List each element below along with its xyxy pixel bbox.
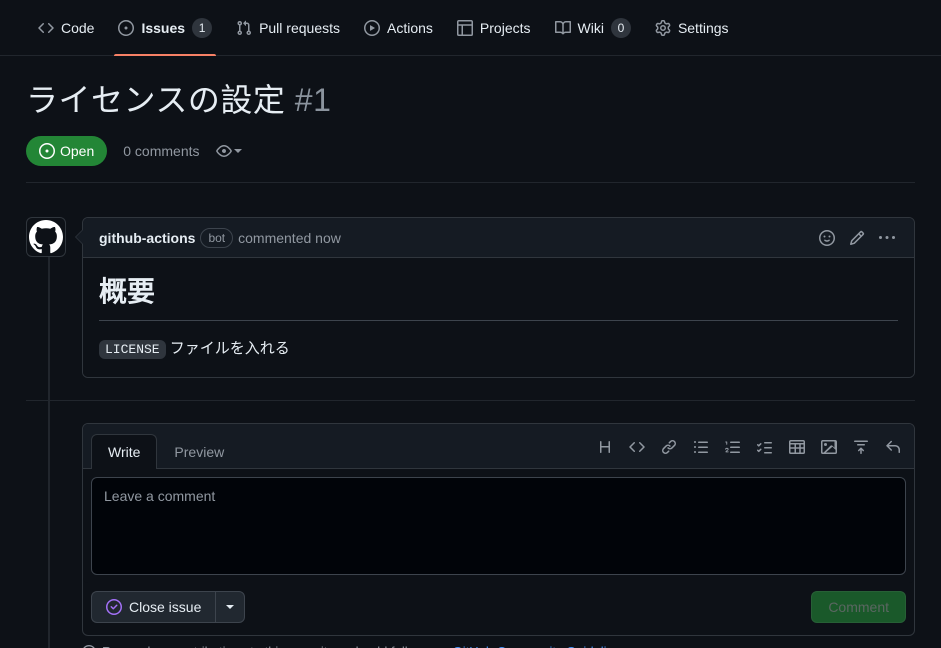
task-list-button[interactable] — [752, 434, 778, 460]
footer-text-prefix: Remember, contributions to this reposito… — [102, 644, 447, 648]
list-unordered-icon — [693, 439, 709, 455]
tasklist-icon — [757, 439, 773, 455]
nav-item-actions[interactable]: Actions — [352, 0, 445, 56]
inline-code-license: LICENSE — [99, 340, 166, 360]
nav-label-wiki: Wiki — [577, 19, 604, 36]
issue-opened-icon — [118, 19, 135, 36]
image-icon — [821, 439, 837, 455]
status-badge: Open — [26, 136, 108, 166]
comments-count: 0 comments — [123, 143, 200, 159]
issues-counter: 1 — [192, 17, 213, 38]
comment-timestamp: commented now — [238, 229, 341, 246]
table-icon — [789, 439, 805, 455]
comment-textarea-wrapper — [83, 469, 914, 584]
close-issue-dropdown-button[interactable] — [215, 591, 246, 624]
gear-icon — [655, 19, 671, 36]
repository-nav: Code Issues 1 Pull requests Actions Proj… — [0, 0, 941, 56]
git-pull-request-icon — [236, 20, 252, 36]
nav-item-projects[interactable]: Projects — [445, 0, 543, 56]
comment-header-actions — [816, 227, 898, 249]
community-guidelines-note: Remember, contributions to this reposito… — [82, 644, 915, 648]
book-icon — [554, 20, 571, 36]
nav-label-pull-requests: Pull requests — [259, 19, 340, 36]
saved-replies-button[interactable] — [848, 434, 874, 460]
status-badge-label: Open — [60, 143, 95, 159]
issue-opened-icon — [39, 143, 55, 159]
issue-title-text: ライセンスの設定 — [26, 82, 286, 118]
heading-button[interactable] — [592, 434, 618, 460]
nav-item-code[interactable]: Code — [26, 0, 106, 56]
nav-label-settings: Settings — [677, 19, 729, 36]
avatar[interactable] — [26, 217, 66, 257]
comment-paragraph: LICENSE ファイルを入れる — [99, 337, 898, 361]
comment-form-box: Write Preview Leave a comment Close issu… — [82, 423, 915, 637]
reply-icon — [885, 439, 901, 455]
tab-write[interactable]: Write — [91, 434, 158, 470]
list-ordered-icon — [725, 439, 741, 455]
tab-preview[interactable]: Preview — [157, 434, 241, 469]
image-button[interactable] — [816, 434, 842, 460]
eye-icon — [215, 143, 232, 159]
issue-closed-icon — [106, 599, 122, 616]
page-title: ライセンスの設定 #1 — [26, 80, 915, 120]
nav-item-pull-requests[interactable]: Pull requests — [224, 0, 352, 56]
close-issue-label: Close issue — [129, 599, 202, 616]
nav-label-code: Code — [61, 19, 95, 36]
link-button[interactable] — [656, 434, 682, 460]
comment-body: 概要 LICENSE ファイルを入れる — [83, 258, 914, 378]
chevron-down-icon — [226, 605, 235, 610]
nav-item-issues[interactable]: Issues 1 — [106, 0, 224, 56]
timeline-comment-row: github-actions bot commented now 概要 LICE… — [26, 217, 915, 379]
nav-label-projects: Projects — [479, 19, 531, 36]
code-icon — [38, 20, 54, 36]
comment-form-actions: Close issue Comment — [83, 583, 914, 635]
comment-author[interactable]: github-actions — [99, 230, 195, 246]
link-icon — [661, 439, 677, 455]
close-issue-button-group: Close issue — [91, 591, 246, 624]
play-icon — [364, 19, 380, 36]
search-input comment-input[interactable] — [91, 477, 906, 576]
comment-menu-button[interactable] — [876, 227, 898, 249]
comment-form-tabs: Write Preview — [83, 424, 914, 470]
smiley-icon — [819, 229, 835, 246]
pencil-icon — [849, 230, 865, 246]
issue-timeline: github-actions bot commented now 概要 LICE… — [26, 217, 915, 648]
reply-button[interactable] — [880, 434, 906, 460]
issue-meta-row: Open 0 comments — [26, 136, 915, 183]
form-avatar-spacer — [26, 423, 66, 636]
table-button[interactable] — [784, 434, 810, 460]
timeline-divider — [26, 400, 915, 402]
nav-item-settings[interactable]: Settings — [643, 0, 741, 56]
heading-icon — [597, 439, 613, 455]
comment-paragraph-text: ファイルを入れる — [165, 340, 290, 358]
code-button[interactable] — [624, 434, 650, 460]
add-reaction-button[interactable] — [816, 227, 838, 249]
comment-heading: 概要 — [99, 274, 898, 322]
table-icon — [456, 19, 473, 36]
comment-header: github-actions bot commented now — [83, 218, 914, 258]
footer-text-suffix: . — [634, 644, 638, 648]
kebab-horizontal-icon — [879, 230, 895, 246]
chevron-down-icon — [233, 149, 242, 153]
community-guidelines-link[interactable]: GitHub Community Guidelines — [453, 644, 628, 648]
github-octocat-icon — [29, 220, 63, 254]
submit-comment-button[interactable]: Comment — [811, 591, 906, 624]
close-issue-button[interactable]: Close issue — [91, 591, 216, 624]
wiki-counter: 0 — [610, 17, 631, 38]
edit-comment-button[interactable] — [846, 227, 868, 249]
nav-label-issues: Issues — [141, 19, 186, 36]
bot-badge: bot — [200, 227, 234, 248]
nav-item-wiki[interactable]: Wiki 0 — [543, 0, 643, 56]
unordered-list-button[interactable] — [688, 434, 714, 460]
watch-dropdown[interactable] — [215, 143, 242, 159]
code-icon — [629, 439, 645, 455]
markdown-toolbar — [592, 434, 906, 468]
new-comment-form: Write Preview Leave a comment Close issu… — [26, 423, 915, 637]
nav-label-actions: Actions — [387, 19, 433, 36]
saved-reply-icon — [853, 439, 869, 455]
comment-box: github-actions bot commented now 概要 LICE… — [75, 217, 915, 379]
ordered-list-button[interactable] — [720, 434, 746, 460]
issue-page: ライセンスの設定 #1 Open 0 comments github-actio… — [0, 80, 941, 648]
issue-number: #1 — [294, 82, 332, 118]
